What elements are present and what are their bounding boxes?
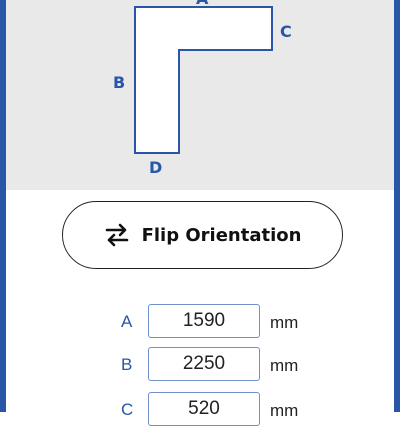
- dim-label-b: B: [113, 73, 126, 92]
- flip-orientation-button[interactable]: Flip Orientation: [62, 201, 343, 269]
- dimension-row-b: B mm: [0, 347, 400, 383]
- dimension-letter-a: A: [121, 312, 133, 331]
- dimension-c-input[interactable]: [148, 392, 260, 426]
- dimension-a-input[interactable]: [148, 304, 260, 338]
- dim-label-a: A: [196, 0, 208, 7]
- dimension-row-c: C mm: [0, 392, 400, 428]
- dimension-unit-a: mm: [270, 313, 299, 332]
- l-shape-diagram: [134, 6, 273, 154]
- dim-label-c: C: [280, 22, 292, 41]
- dimension-row-a: A mm: [0, 304, 400, 340]
- dimension-unit-b: mm: [270, 356, 299, 375]
- dimension-b-input[interactable]: [148, 347, 260, 381]
- l-shape-outline: [134, 6, 273, 154]
- shape-preview: A C B D: [6, 0, 394, 190]
- dimension-letter-c: C: [121, 400, 134, 419]
- dim-label-d: D: [149, 158, 163, 177]
- dimension-unit-c: mm: [270, 401, 299, 420]
- swap-arrows-icon: [105, 223, 128, 247]
- dimension-letter-b: B: [121, 355, 133, 374]
- flip-orientation-label: Flip Orientation: [141, 224, 302, 246]
